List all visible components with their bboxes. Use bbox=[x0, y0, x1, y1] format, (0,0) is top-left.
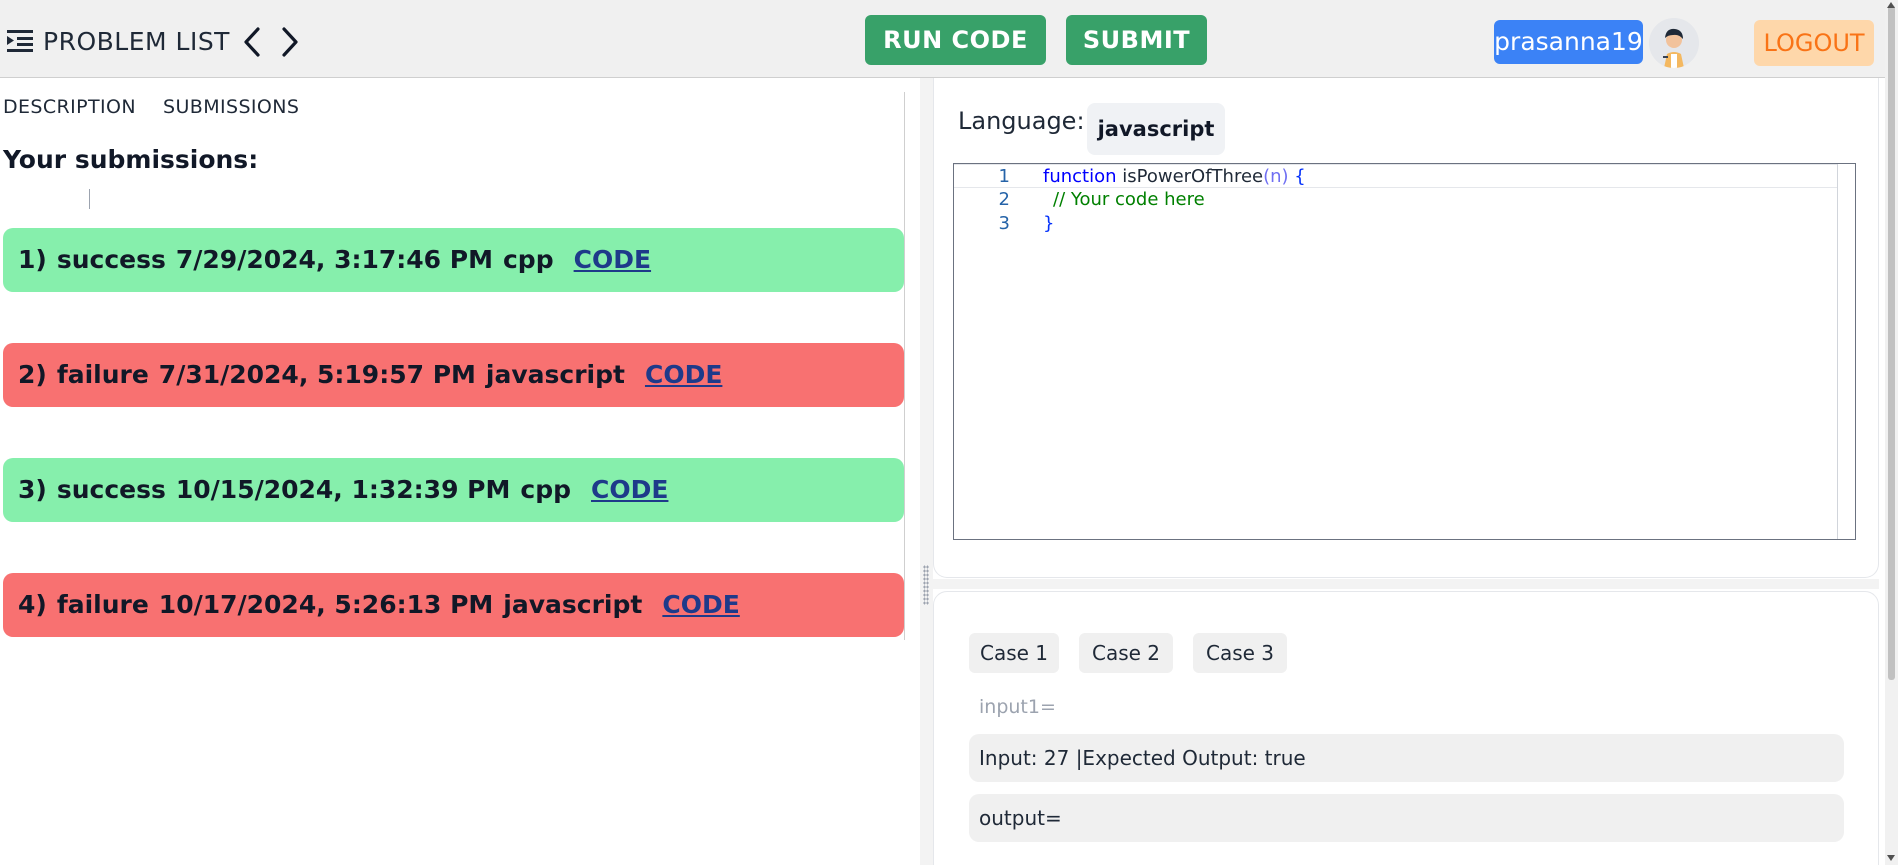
run-code-button[interactable]: RUN CODE bbox=[865, 15, 1046, 65]
editor-scrollbar[interactable] bbox=[1837, 164, 1838, 539]
submission-row: 2) failure 7/31/2024, 5:19:57 PM javascript… bbox=[3, 343, 904, 407]
code-function-name: isPowerOfThree bbox=[1116, 166, 1264, 187]
submission-status: success bbox=[56, 475, 166, 504]
submission-language: javascript bbox=[503, 590, 643, 619]
vertical-splitter[interactable] bbox=[920, 78, 933, 865]
submission-language: javascript bbox=[485, 360, 625, 389]
problem-list-link[interactable]: PROBLEM LIST bbox=[43, 26, 230, 58]
scroll-down-arrow-icon[interactable] bbox=[1887, 855, 1895, 861]
language-select[interactable]: javascript bbox=[1087, 103, 1225, 155]
chevron-right-icon[interactable] bbox=[277, 24, 303, 60]
submission-status: failure bbox=[56, 590, 149, 619]
code-comment: // Your code here bbox=[1053, 189, 1205, 210]
avatar[interactable] bbox=[1649, 18, 1699, 68]
indent-guide bbox=[89, 189, 90, 209]
tab-description[interactable]: DESCRIPTION bbox=[3, 96, 136, 118]
submission-code-link[interactable]: CODE bbox=[574, 245, 651, 274]
submissions-heading: Your submissions: bbox=[3, 145, 259, 174]
user-avatar-icon bbox=[1649, 18, 1699, 68]
code-keyword: function bbox=[1043, 166, 1117, 187]
submission-code-link[interactable]: CODE bbox=[645, 360, 722, 389]
submission-index: 4) bbox=[18, 590, 47, 619]
submission-row: 4) failure 10/17/2024, 5:26:13 PM javascrip… bbox=[3, 573, 904, 637]
submission-timestamp: 7/31/2024, 5:19:57 PM bbox=[158, 360, 476, 389]
submission-index: 1) bbox=[18, 245, 47, 274]
username-badge[interactable]: prasanna19 bbox=[1494, 20, 1643, 64]
submission-index: 3) bbox=[18, 475, 47, 504]
submission-timestamp: 7/29/2024, 3:17:46 PM bbox=[175, 245, 493, 274]
input-label: input1= bbox=[979, 696, 1056, 718]
line-number: 2 bbox=[998, 189, 1010, 210]
code-text: // Your code here bbox=[1053, 188, 1205, 212]
submission-row: 1) success 7/29/2024, 3:17:46 PM cpp CODE bbox=[3, 228, 904, 292]
splitter-grip-icon[interactable] bbox=[923, 565, 929, 605]
submission-status: success bbox=[56, 245, 166, 274]
submission-timestamp: 10/17/2024, 5:26:13 PM bbox=[158, 590, 494, 619]
tab-submissions[interactable]: SUBMISSIONS bbox=[163, 96, 299, 118]
code-editor[interactable]: 1 function isPowerOfThree(n) { 2 // Your… bbox=[953, 163, 1856, 540]
submission-language: cpp bbox=[502, 245, 554, 274]
submission-language: cpp bbox=[520, 475, 571, 504]
code-open-brace: { bbox=[1288, 166, 1306, 187]
test-input-field[interactable]: Input: 27 |Expected Output: true bbox=[969, 734, 1844, 782]
page-scrollbar-thumb[interactable] bbox=[1888, 5, 1895, 680]
submission-index: 2) bbox=[18, 360, 47, 389]
code-text: } bbox=[1043, 212, 1054, 236]
code-param: (n) bbox=[1263, 166, 1289, 187]
code-line[interactable]: 1 function isPowerOfThree(n) { bbox=[954, 164, 1838, 188]
code-line[interactable]: 2 // Your code here bbox=[954, 188, 1838, 212]
chevron-left-icon[interactable] bbox=[239, 24, 265, 60]
code-line[interactable]: 3 } bbox=[954, 212, 1838, 236]
language-label: Language: bbox=[958, 107, 1085, 135]
top-bar: PROBLEM LIST RUN CODE SUBMIT prasanna19 … bbox=[0, 0, 1898, 78]
test-output-field[interactable]: output= bbox=[969, 794, 1844, 842]
line-number: 3 bbox=[998, 213, 1010, 234]
submission-code-link[interactable]: CODE bbox=[591, 475, 668, 504]
line-number: 1 bbox=[998, 166, 1010, 187]
submit-button[interactable]: SUBMIT bbox=[1066, 15, 1207, 65]
left-pane-divider bbox=[904, 92, 905, 640]
submission-row: 3) success 10/15/2024, 1:32:39 PM cpp CODE bbox=[3, 458, 904, 522]
submission-timestamp: 10/15/2024, 1:32:39 PM bbox=[175, 475, 511, 504]
submission-status: failure bbox=[56, 360, 149, 389]
submission-code-link[interactable]: CODE bbox=[662, 590, 739, 619]
horizontal-splitter[interactable] bbox=[933, 579, 1879, 589]
code-text: function isPowerOfThree(n) { bbox=[1043, 165, 1306, 189]
scroll-up-arrow-icon[interactable] bbox=[1887, 2, 1895, 8]
list-indent-icon[interactable] bbox=[6, 28, 34, 54]
tab-case-2[interactable]: Case 2 bbox=[1079, 633, 1173, 673]
tab-case-3[interactable]: Case 3 bbox=[1193, 633, 1287, 673]
code-close-brace: } bbox=[1043, 213, 1055, 234]
tab-case-1[interactable]: Case 1 bbox=[969, 633, 1059, 673]
logout-button[interactable]: LOGOUT bbox=[1754, 20, 1874, 66]
